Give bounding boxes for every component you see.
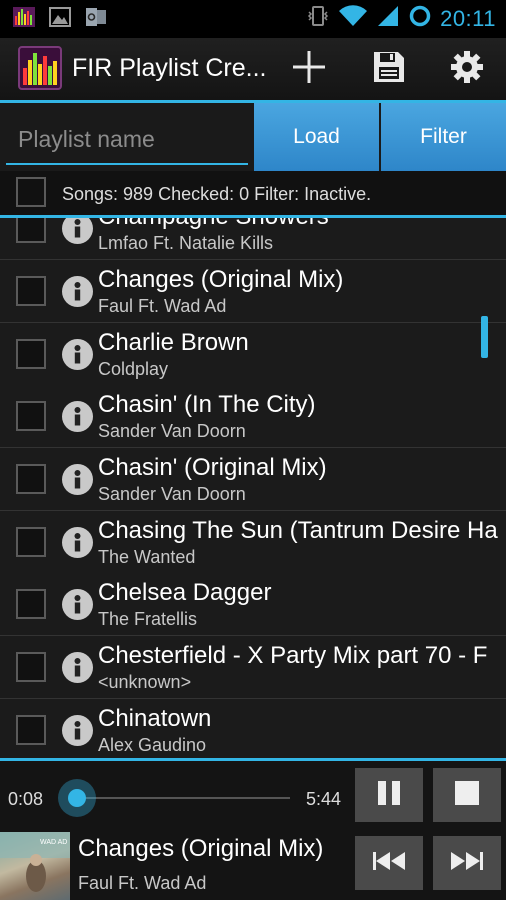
list-item[interactable]: Chasing The Sun (Tantrum Desire Ha The W… xyxy=(0,511,506,574)
list-item[interactable]: Charlie Brown Coldplay xyxy=(0,323,506,386)
song-title: Changes (Original Mix) xyxy=(98,266,344,293)
list-item[interactable]: Changes (Original Mix) Faul Ft. Wad Ad xyxy=(0,260,506,323)
song-title: Chasing The Sun (Tantrum Desire Ha xyxy=(98,517,498,544)
signal-icon xyxy=(376,4,400,33)
playlist-bar: Load Filter xyxy=(0,103,506,171)
song-checkbox[interactable] xyxy=(16,464,46,494)
mini-player: 0:08 5:44 WAD AD Changes (Original Mix) … xyxy=(0,761,506,900)
save-button[interactable] xyxy=(366,46,412,92)
app-logo-icon[interactable] xyxy=(18,46,62,90)
add-icon xyxy=(291,49,327,90)
wifi-icon xyxy=(338,4,368,33)
info-icon[interactable] xyxy=(62,589,93,620)
song-artist: Coldplay xyxy=(98,359,169,379)
song-artist: The Fratellis xyxy=(98,609,198,629)
song-title: Chasin' (Original Mix) xyxy=(98,454,327,481)
now-playing-artist: Faul Ft. Wad Ad xyxy=(78,873,207,893)
next-icon xyxy=(449,849,485,878)
song-checkbox[interactable] xyxy=(16,652,46,682)
summary-bar: Songs: 989 Checked: 0 Filter: Inactive. xyxy=(0,171,506,215)
list-item[interactable]: Champagne Showers Lmfao Ft. Natalie Kill… xyxy=(0,218,506,260)
vibrate-icon xyxy=(306,4,330,33)
sync-ring-icon xyxy=(408,4,432,33)
playlist-name-input[interactable] xyxy=(6,115,248,165)
total-time: 5:44 xyxy=(306,789,342,809)
seek-track[interactable] xyxy=(72,797,290,799)
info-icon[interactable] xyxy=(62,218,93,244)
song-artist: The Wanted xyxy=(98,547,196,567)
clock: 20:11 xyxy=(440,5,496,31)
list-item[interactable]: Chesterfield - X Party Mix part 70 - F <… xyxy=(0,636,506,699)
song-title: Chasin' (In The City) xyxy=(98,391,316,418)
summary-text: Songs: 989 Checked: 0 Filter: Inactive. xyxy=(62,184,372,204)
filter-button[interactable]: Filter xyxy=(381,103,506,171)
song-artist: Lmfao Ft. Natalie Kills xyxy=(98,233,274,253)
seek-thumb[interactable] xyxy=(58,779,96,817)
previous-icon xyxy=(371,849,407,878)
list-item[interactable]: Chelsea Dagger The Fratellis xyxy=(0,573,506,636)
select-all-checkbox[interactable] xyxy=(16,177,46,207)
settings-icon xyxy=(450,50,484,89)
app-equalizer-icon xyxy=(12,6,36,28)
pause-button[interactable] xyxy=(355,768,423,822)
song-checkbox[interactable] xyxy=(16,527,46,557)
song-checkbox[interactable] xyxy=(16,276,46,306)
song-artist: Alex Gaudino xyxy=(98,735,207,755)
pause-icon xyxy=(374,778,404,813)
save-icon xyxy=(372,50,406,89)
info-icon[interactable] xyxy=(62,652,93,683)
add-button[interactable] xyxy=(286,46,332,92)
notification-icons xyxy=(12,6,108,28)
system-icons: 20:11 xyxy=(306,4,496,33)
list-item[interactable]: Chasin' (Original Mix) Sander Van Doorn xyxy=(0,448,506,511)
song-artist: Faul Ft. Wad Ad xyxy=(98,296,227,316)
song-checkbox[interactable] xyxy=(16,589,46,619)
now-playing-title: Changes (Original Mix) xyxy=(78,835,324,862)
song-artist: Sander Van Doorn xyxy=(98,484,246,504)
song-title: Chinatown xyxy=(98,705,212,732)
song-checkbox[interactable] xyxy=(16,401,46,431)
song-artist: Sander Van Doorn xyxy=(98,421,246,441)
elapsed-time: 0:08 xyxy=(8,789,44,809)
song-checkbox[interactable] xyxy=(16,715,46,745)
song-list[interactable]: Champagne Showers Lmfao Ft. Natalie Kill… xyxy=(0,218,506,758)
song-title: Chesterfield - X Party Mix part 70 - F xyxy=(98,642,488,669)
app-title: FIR Playlist Cre... xyxy=(72,54,267,82)
song-artist: <unknown> xyxy=(98,672,192,692)
song-checkbox[interactable] xyxy=(16,218,46,243)
stop-icon xyxy=(453,779,481,812)
list-item[interactable]: Chinatown Alex Gaudino xyxy=(0,699,506,758)
info-icon[interactable] xyxy=(62,401,93,432)
song-checkbox[interactable] xyxy=(16,339,46,369)
info-icon[interactable] xyxy=(62,464,93,495)
action-bar: FIR Playlist Cre... xyxy=(0,38,506,100)
song-title: Champagne Showers xyxy=(98,218,329,231)
status-bar: 20:11 xyxy=(0,0,506,38)
song-title: Charlie Brown xyxy=(98,329,249,356)
previous-button[interactable] xyxy=(355,836,423,890)
next-button[interactable] xyxy=(433,836,501,890)
load-button[interactable]: Load xyxy=(254,103,379,171)
svg-text:WAD AD: WAD AD xyxy=(40,839,67,846)
info-icon[interactable] xyxy=(62,527,93,558)
stop-button[interactable] xyxy=(433,768,501,822)
list-scrollbar[interactable] xyxy=(481,316,488,358)
info-icon[interactable] xyxy=(62,715,93,746)
info-icon[interactable] xyxy=(62,339,93,370)
image-icon xyxy=(48,6,72,28)
settings-button[interactable] xyxy=(444,46,490,92)
song-title: Chelsea Dagger xyxy=(98,579,272,606)
outlook-icon xyxy=(84,6,108,28)
info-icon[interactable] xyxy=(62,276,93,307)
list-item[interactable]: Chasin' (In The City) Sander Van Doorn xyxy=(0,385,506,448)
album-art[interactable]: WAD AD xyxy=(0,832,70,900)
